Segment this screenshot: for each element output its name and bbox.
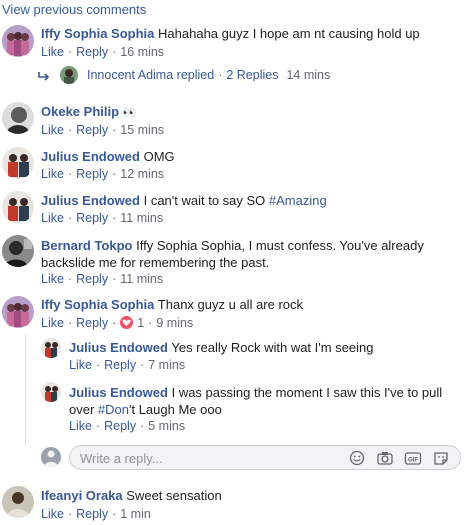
hashtag-link[interactable]: #Don xyxy=(98,402,129,417)
love-reaction-icon[interactable] xyxy=(120,316,134,329)
reply-button[interactable]: Reply xyxy=(76,316,108,330)
reply-button[interactable]: Reply xyxy=(76,211,108,225)
reply-actions: Like · Reply · 5 mins xyxy=(69,419,186,433)
comment-actions: Like · Reply · 11 mins xyxy=(41,211,164,225)
comment-actions: Like · Reply · 1 min xyxy=(41,507,151,521)
reply-button[interactable]: Reply xyxy=(76,123,108,137)
avatar[interactable] xyxy=(2,25,34,57)
like-button[interactable]: Like xyxy=(41,123,64,137)
avatar[interactable] xyxy=(41,382,61,402)
comment-author[interactable]: Julius Endowed xyxy=(41,193,140,208)
reply-author[interactable]: Julius Endowed xyxy=(69,385,168,400)
comment-body: Iffy Sophia Sophia Thanx guyz u all are … xyxy=(41,297,303,312)
view-previous-comments-link[interactable]: View previous comments xyxy=(2,2,146,17)
comment-author[interactable]: Bernard Tokpo xyxy=(41,238,133,253)
like-button[interactable]: Like xyxy=(41,316,64,330)
comment-actions: Like · Reply · 15 mins xyxy=(41,123,165,137)
comment-author[interactable]: Iffy Sophia Sophia xyxy=(41,26,154,41)
comment-body: Okeke Philip 👀 xyxy=(41,104,136,119)
comment-time[interactable]: 12 mins xyxy=(120,167,164,181)
gif-icon[interactable]: GIF xyxy=(404,450,422,466)
sticker-icon[interactable] xyxy=(432,450,450,466)
avatar[interactable] xyxy=(2,191,34,223)
comment-body: Julius Endowed I can't wait to say SO #A… xyxy=(41,193,327,208)
replies-count[interactable]: 2 Replies xyxy=(226,68,278,82)
comment-actions: Like · Reply · 12 mins xyxy=(41,167,165,181)
reply-button[interactable]: Reply xyxy=(76,45,108,59)
comment-text: OMG xyxy=(143,149,175,164)
comment-author[interactable]: Okeke Philip xyxy=(41,104,119,119)
reply-author[interactable]: Julius Endowed xyxy=(69,340,168,355)
comment-author[interactable]: Julius Endowed xyxy=(41,149,140,164)
avatar[interactable] xyxy=(2,486,34,518)
comment-time[interactable]: 11 mins xyxy=(120,211,163,225)
comment-time[interactable]: 1 min xyxy=(120,507,151,521)
comment-text: Iffy Sophia Sophia, I must confess. You'… xyxy=(136,238,424,253)
reply-button[interactable]: Reply xyxy=(76,167,108,181)
reply-button[interactable]: Reply xyxy=(76,272,108,286)
reply-arrow-icon xyxy=(38,70,50,81)
comment-actions: Like · Reply · 16 mins xyxy=(41,45,165,59)
avatar[interactable] xyxy=(2,102,34,134)
reply-button[interactable]: Reply xyxy=(104,419,136,433)
comment-text: Hahahaha guyz I hope am nt causing hold … xyxy=(158,26,420,41)
thread-line xyxy=(25,334,26,444)
avatar[interactable] xyxy=(2,147,34,179)
comment-body: Julius Endowed OMG xyxy=(41,149,175,164)
like-button[interactable]: Like xyxy=(41,211,64,225)
reply-composer[interactable]: GIF xyxy=(69,445,461,470)
smiley-icon[interactable] xyxy=(348,450,366,466)
like-button[interactable]: Like xyxy=(41,272,64,286)
reply-text: I was passing the moment I saw this I've… xyxy=(171,385,443,400)
comment-time[interactable]: 11 mins xyxy=(120,272,163,286)
avatar xyxy=(60,66,78,84)
reply-button[interactable]: Reply xyxy=(76,507,108,521)
comment-text: Thanx guyz u all are rock xyxy=(157,297,304,312)
hashtag-link[interactable]: #Amazing xyxy=(269,193,327,208)
comment-time[interactable]: 16 mins xyxy=(120,45,164,59)
avatar[interactable] xyxy=(2,235,34,267)
comment-text: 👀 xyxy=(122,107,137,119)
comment-actions: Like · Reply · 11 mins xyxy=(41,272,164,286)
like-button[interactable]: Like xyxy=(41,45,64,59)
comment-actions: Like · Reply · 1 · 9 mins xyxy=(41,316,194,330)
like-button[interactable]: Like xyxy=(41,507,64,521)
reply-button[interactable]: Reply xyxy=(104,358,136,372)
camera-icon[interactable] xyxy=(376,450,394,466)
comment-text: Sweet sensation xyxy=(126,488,222,503)
like-button[interactable]: Like xyxy=(69,419,92,433)
comment-author[interactable]: Ifeanyi Oraka xyxy=(41,488,123,503)
like-button[interactable]: Like xyxy=(41,167,64,181)
replies-summary[interactable]: Innocent Adima replied · 2 Replies 14 mins xyxy=(87,68,330,82)
reply-text: Yes really Rock with wat I'm seeing xyxy=(171,340,374,355)
comment-body: Bernard Tokpo Iffy Sophia Sophia, I must… xyxy=(41,237,461,271)
reply-input[interactable] xyxy=(80,449,330,467)
comment-author[interactable]: Iffy Sophia Sophia xyxy=(41,297,154,312)
reply-time[interactable]: 5 mins xyxy=(148,419,185,433)
reply-body: Julius Endowed I was passing the moment … xyxy=(69,385,443,417)
comment-time[interactable]: 9 mins xyxy=(156,316,193,330)
replies-summary-author[interactable]: Innocent Adima xyxy=(87,68,173,82)
like-button[interactable]: Like xyxy=(69,358,92,372)
comment-time[interactable]: 15 mins xyxy=(120,123,164,137)
replies-time: 14 mins xyxy=(286,68,331,82)
reaction-count[interactable]: 1 xyxy=(137,316,144,330)
current-user-avatar xyxy=(41,447,61,467)
comment-body: Ifeanyi Oraka Sweet sensation xyxy=(41,488,222,503)
reply-time[interactable]: 7 mins xyxy=(148,358,185,372)
avatar[interactable] xyxy=(2,296,34,328)
avatar[interactable] xyxy=(41,338,61,358)
comment-text-cont: backslide me for remembering the past. xyxy=(41,255,270,270)
reply-body: Julius Endowed Yes really Rock with wat … xyxy=(69,340,374,355)
svg-text:GIF: GIF xyxy=(408,458,418,464)
comment-text: I can't wait to say SO xyxy=(143,193,269,208)
reply-actions: Like · Reply · 7 mins xyxy=(69,358,186,372)
comment-body: Iffy Sophia Sophia Hahahaha guyz I hope … xyxy=(41,26,420,41)
